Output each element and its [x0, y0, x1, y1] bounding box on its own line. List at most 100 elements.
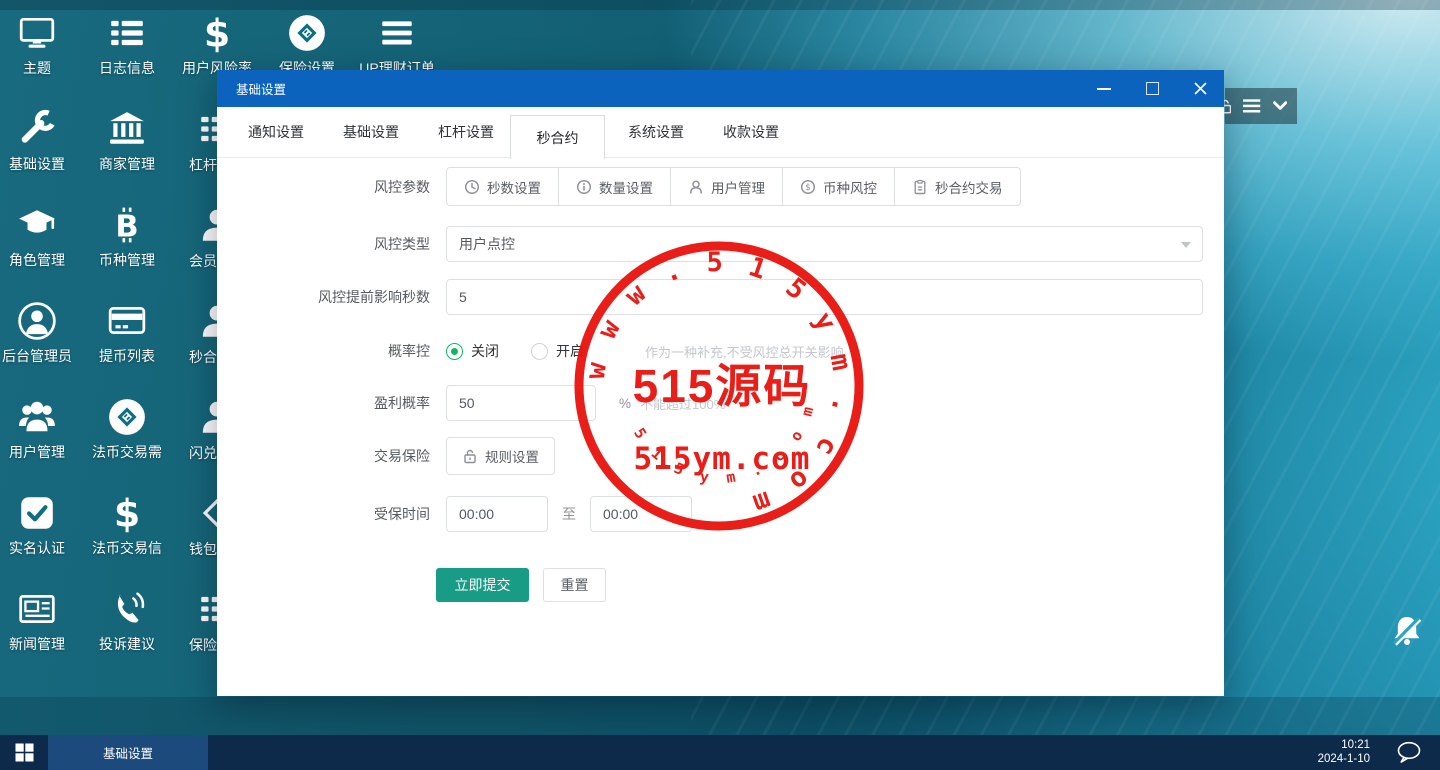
profit-probability-input[interactable] — [446, 385, 596, 421]
desktop-icon[interactable]: 商家管理 — [82, 108, 172, 174]
taskbar: 基础设置 10:21 2024-1-10 — [0, 735, 1440, 770]
taskbar-task-basic-settings[interactable]: 基础设置 — [48, 735, 208, 770]
desktop-icon[interactable]: B 币种管理 — [82, 204, 172, 270]
desktop-icon[interactable]: $法币交易信 — [82, 492, 172, 558]
minimize-button[interactable] — [1080, 70, 1128, 107]
risk-params-label: 风控参数 — [247, 177, 430, 197]
desktop-icon[interactable]: $用户风险率 — [172, 12, 262, 78]
dialog-title: 基础设置 — [236, 79, 286, 98]
desktop-icon-label: 基础设置 — [9, 154, 65, 174]
chat-bubble-icon[interactable] — [1396, 741, 1422, 765]
desktop-icon[interactable]: UP理财订单 — [352, 12, 442, 78]
insured-time-label: 受保时间 — [247, 504, 430, 524]
desktop-icon[interactable]: 保险设置 — [262, 12, 352, 78]
form-row-risk-seconds: 风控提前影响秒数 — [217, 279, 1224, 315]
risk-param-button-币种风控[interactable]: $币种风控 — [782, 167, 895, 206]
probability-control-hint: 作为一种补充,不受风控总开关影响 — [645, 342, 844, 361]
desktop-icon-label: 会员 — [189, 251, 217, 271]
desktop-icon-label: 法币交易需 — [92, 442, 162, 462]
risk-param-button-秒数设置[interactable]: 秒数设置 — [446, 167, 559, 206]
svg-text:B: B — [115, 210, 138, 245]
insured-time-to-input[interactable] — [590, 496, 692, 532]
svg-text:$: $ — [805, 183, 811, 193]
phone-icon — [107, 588, 147, 630]
risk-param-button-数量设置[interactable]: 数量设置 — [558, 167, 671, 206]
desktop-icon[interactable]: 日志信息 — [82, 12, 172, 78]
desktop-icon[interactable]: 实名认证 — [0, 492, 82, 558]
badge-diamond-icon — [287, 12, 327, 54]
maximize-button[interactable] — [1128, 70, 1176, 107]
form-row-insured-time: 受保时间 至 — [217, 496, 1224, 532]
tab-基础设置[interactable]: 基础设置 — [343, 107, 399, 157]
risk-param-button-用户管理[interactable]: 用户管理 — [670, 167, 783, 206]
taskbar-clock[interactable]: 10:21 2024-1-10 — [1318, 738, 1370, 766]
chevron-down-icon[interactable] — [1273, 101, 1287, 111]
dialog-titlebar[interactable]: 基础设置 — [217, 70, 1224, 107]
probability-control-label: 概率控 — [247, 341, 430, 361]
newspaper-icon — [17, 588, 57, 630]
desktop-icon[interactable]: 后台管理员 — [0, 300, 82, 366]
risk-type-select[interactable]: 用户点控 — [446, 226, 1203, 262]
lock-icon — [462, 448, 478, 464]
profit-probability-hint: 不能超过100% — [640, 394, 725, 413]
radio-关闭[interactable] — [446, 343, 463, 360]
bell-muted-icon — [1388, 613, 1426, 653]
desktop-icon-label: 币种管理 — [99, 250, 155, 270]
desktop-icon-label: 杠杆 — [189, 155, 217, 175]
tab-收款设置[interactable]: 收款设置 — [723, 107, 779, 157]
dollar-icon: $ — [197, 12, 237, 54]
probability-radio-group: 关闭 开启 作为一种补充,不受风控总开关影响 — [446, 341, 844, 361]
submit-button[interactable]: 立即提交 — [436, 568, 529, 602]
rules-settings-button[interactable]: 规则设置 — [446, 437, 555, 475]
close-icon — [1194, 82, 1207, 95]
risk-param-button-label: 用户管理 — [711, 177, 765, 197]
risk-params-button-group: 秒数设置数量设置 用户管理 $币种风控秒合约交易 — [446, 167, 1021, 206]
wrench-icon — [17, 108, 57, 150]
desktop-icon[interactable]: 基础设置 — [0, 108, 82, 174]
risk-seconds-input[interactable] — [446, 279, 1203, 315]
monitor-icon — [17, 12, 57, 54]
maximize-icon — [1146, 82, 1159, 95]
clock-time: 10:21 — [1318, 738, 1370, 752]
menu-icon[interactable] — [1243, 99, 1260, 113]
risk-param-button-label: 秒数设置 — [487, 177, 541, 197]
form-row-probability-control: 概率控 关闭 开启 作为一种补充,不受风控总开关影响 — [217, 333, 1224, 369]
card-icon — [107, 300, 147, 342]
tab-通知设置[interactable]: 通知设置 — [248, 107, 304, 157]
desktop-icon-label: 商家管理 — [99, 154, 155, 174]
desktop-icon[interactable]: 主题 — [0, 12, 82, 78]
settings-dialog: 基础设置 通知设置基础设置杠杆设置秒合约系统设置收款设置 风控参数 秒数设置数量… — [217, 70, 1224, 696]
reset-button[interactable]: 重置 — [543, 568, 606, 602]
grad-cap-icon — [17, 204, 57, 246]
rules-settings-label: 规则设置 — [485, 446, 539, 466]
desktop-icon[interactable]: 法币交易需 — [82, 396, 172, 462]
desktop-icon[interactable]: 投诉建议 — [82, 588, 172, 654]
desktop-icon[interactable]: 角色管理 — [0, 204, 82, 270]
list-icon — [107, 12, 147, 54]
radio-label[interactable]: 关闭 — [471, 341, 499, 361]
select-caret-icon — [1181, 242, 1191, 248]
start-button[interactable] — [0, 735, 48, 770]
tab-杠杆设置[interactable]: 杠杆设置 — [438, 107, 494, 157]
tab-系统设置[interactable]: 系统设置 — [628, 107, 684, 157]
bitcoin-icon: B — [107, 204, 147, 246]
tab-label: 秒合约 — [537, 128, 579, 148]
desktop-icon[interactable]: 提币列表 — [82, 300, 172, 366]
clock-date: 2024-1-10 — [1318, 752, 1370, 766]
insured-time-from-input[interactable] — [446, 496, 548, 532]
close-button[interactable] — [1176, 70, 1224, 107]
form-row-profit-probability: 盈利概率 % 不能超过100% — [217, 385, 1224, 421]
radio-开启[interactable] — [531, 343, 548, 360]
desktop-icon-label: 实名认证 — [9, 538, 65, 558]
tab-秒合约[interactable]: 秒合约 — [510, 115, 605, 159]
form-row-trade-insurance: 交易保险 规则设置 — [217, 438, 1224, 474]
form-row-risk-params: 风控参数 秒数设置数量设置 用户管理 $币种风控秒合约交易 — [217, 168, 1224, 205]
radio-label[interactable]: 开启 — [556, 341, 584, 361]
risk-param-button-秒合约交易[interactable]: 秒合约交易 — [894, 167, 1021, 206]
desktop-icon[interactable]: 用户管理 — [0, 396, 82, 462]
desktop-icon-label: 法币交易信 — [92, 538, 162, 558]
desktop-icon[interactable]: 新闻管理 — [0, 588, 82, 654]
desktop-icon-label: 新闻管理 — [9, 634, 65, 654]
profit-probability-label: 盈利概率 — [247, 393, 430, 413]
svg-text:$: $ — [204, 13, 230, 53]
